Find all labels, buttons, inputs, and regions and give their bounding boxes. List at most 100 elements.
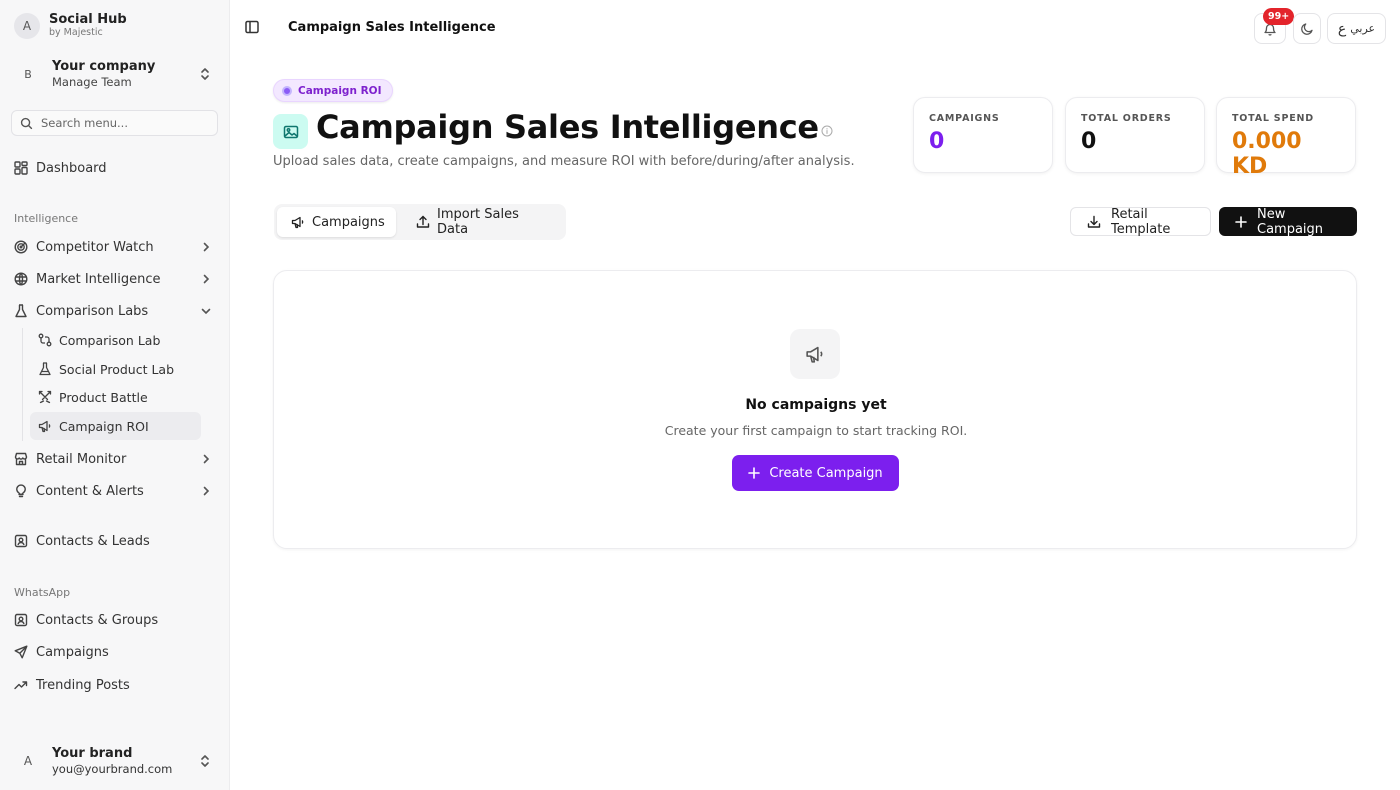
button-label: Create Campaign — [769, 465, 883, 481]
sidebar-item-label: Campaign ROI — [59, 418, 149, 434]
sidebar-item-label: Content & Alerts — [36, 483, 144, 499]
search-input[interactable] — [41, 116, 211, 130]
brand[interactable]: A Social Hub by Majestic — [14, 12, 127, 39]
trending-up-icon — [14, 678, 28, 692]
button-label: Retail Template — [1111, 206, 1171, 237]
tab-list: Campaigns Import Sales Data — [274, 204, 566, 240]
stat-label: CAMPAIGNS — [929, 113, 1000, 124]
contact-icon — [14, 534, 28, 548]
language-button[interactable]: ع عربي — [1327, 13, 1386, 44]
lightbulb-icon — [14, 484, 28, 498]
chevron-right-icon — [200, 241, 212, 253]
upload-icon — [416, 215, 430, 229]
sidebar-item-campaign-roi[interactable]: Campaign ROI — [30, 412, 201, 440]
tab-campaigns[interactable]: Campaigns — [277, 207, 396, 237]
page-subtitle: Upload sales data, create campaigns, and… — [273, 154, 855, 169]
company-subtitle: Manage Team — [52, 74, 132, 89]
user-name: Your brand — [52, 745, 133, 761]
sidebar-item-label: Contacts & Groups — [36, 612, 159, 628]
sidebar-item-competitor-watch[interactable]: Competitor Watch — [14, 233, 216, 261]
user-email: you@yourbrand.com — [52, 761, 173, 776]
plus-icon — [748, 467, 761, 479]
flask-icon — [14, 304, 28, 318]
git-compare-icon — [38, 333, 52, 347]
new-campaign-button[interactable]: New Campaign — [1219, 206, 1357, 237]
sidebar-item-market-intelligence[interactable]: Market Intelligence — [14, 265, 216, 293]
chevrons-up-down-icon — [198, 66, 212, 82]
brand-title: Social Hub — [49, 12, 127, 27]
sidebar-toggle-icon[interactable] — [244, 19, 260, 35]
flask-icon — [38, 362, 52, 376]
chevron-right-icon — [200, 453, 212, 465]
retail-template-button[interactable]: Retail Template — [1070, 206, 1211, 237]
sidebar: A Social Hub by Majestic B Your company … — [0, 0, 230, 790]
stat-value: 0 — [929, 129, 945, 154]
section-label-whatsapp: WhatsApp — [14, 586, 71, 599]
user-avatar: A — [14, 747, 42, 775]
sidebar-item-label: Social Product Lab — [59, 361, 175, 377]
company-name: Your company — [52, 58, 156, 74]
submenu-line — [22, 328, 23, 441]
sidebar-item-comparison-lab[interactable]: Comparison Lab — [36, 326, 200, 354]
stat-label: TOTAL SPEND — [1232, 113, 1314, 124]
sidebar-item-label: Competitor Watch — [36, 239, 154, 255]
download-icon — [1087, 215, 1101, 229]
sidebar-item-contacts-groups[interactable]: Contacts & Groups — [14, 606, 216, 634]
button-label: New Campaign — [1257, 206, 1324, 237]
notification-badge: 99+ — [1263, 8, 1295, 25]
sidebar-item-label: Comparison Labs — [36, 303, 149, 319]
sidebar-item-retail-monitor[interactable]: Retail Monitor — [14, 445, 216, 473]
sidebar-item-label: Retail Monitor — [36, 451, 127, 467]
dot-icon — [282, 85, 292, 96]
megaphone-icon — [790, 329, 840, 379]
tab-label: Campaigns — [312, 214, 385, 230]
pill-label: Campaign ROI — [298, 84, 382, 97]
user-menu[interactable]: A Your brand you@yourbrand.com — [14, 742, 218, 780]
theme-toggle-button[interactable] — [1293, 13, 1321, 44]
sidebar-item-comparison-labs[interactable]: Comparison Labs — [14, 297, 216, 325]
topbar-title: Campaign Sales Intelligence — [288, 20, 496, 35]
sidebar-item-label: Comparison Lab — [59, 332, 161, 348]
image-icon — [273, 114, 308, 149]
globe-icon — [14, 272, 28, 286]
tab-import-sales-data[interactable]: Import Sales Data — [402, 207, 566, 237]
stat-value: 0.000 KD — [1232, 129, 1302, 179]
sidebar-item-label: Contacts & Leads — [36, 533, 150, 549]
sidebar-item-label: Campaigns — [36, 644, 109, 660]
sidebar-item-campaigns[interactable]: Campaigns — [14, 638, 216, 666]
section-label-intelligence: Intelligence — [14, 212, 79, 225]
sidebar-item-social-product-lab[interactable]: Social Product Lab — [36, 355, 200, 383]
send-icon — [14, 645, 28, 659]
sidebar-item-label: Market Intelligence — [36, 271, 161, 287]
swords-icon — [38, 390, 52, 404]
sidebar-item-product-battle[interactable]: Product Battle — [36, 383, 200, 411]
sidebar-item-contacts-leads[interactable]: Contacts & Leads — [14, 527, 216, 555]
sidebar-item-content-alerts[interactable]: Content & Alerts — [14, 477, 216, 505]
brand-subtitle: by Majestic — [49, 27, 103, 38]
stat-card-campaigns: CAMPAIGNS 0 — [913, 97, 1053, 173]
language-glyph: ع — [1337, 20, 1347, 37]
company-avatar: B — [14, 60, 42, 88]
stat-value: 0 — [1081, 129, 1097, 154]
store-icon — [14, 452, 28, 466]
search-icon — [20, 117, 33, 130]
campaigns-empty-state: No campaigns yet Create your first campa… — [273, 270, 1357, 549]
create-campaign-button[interactable]: Create Campaign — [732, 455, 899, 491]
search-menu[interactable] — [11, 110, 218, 136]
company-switcher[interactable]: B Your company Manage Team — [14, 55, 218, 93]
stat-card-total-orders: TOTAL ORDERS 0 — [1065, 97, 1205, 173]
brand-avatar: A — [14, 12, 40, 39]
language-label: عربي — [1350, 22, 1376, 35]
sidebar-item-label: Dashboard — [36, 160, 107, 176]
chevron-down-icon — [200, 305, 212, 317]
layout-grid-icon — [14, 161, 28, 175]
sidebar-item-label: Trending Posts — [36, 677, 130, 693]
megaphone-icon — [291, 215, 305, 229]
info-icon[interactable] — [821, 125, 833, 137]
sidebar-item-dashboard[interactable]: Dashboard — [14, 154, 216, 182]
megaphone-icon — [38, 419, 52, 433]
sidebar-item-label: Product Battle — [59, 389, 148, 405]
sidebar-item-trending-posts[interactable]: Trending Posts — [14, 671, 216, 699]
contact-icon — [14, 613, 28, 627]
chevron-right-icon — [200, 273, 212, 285]
